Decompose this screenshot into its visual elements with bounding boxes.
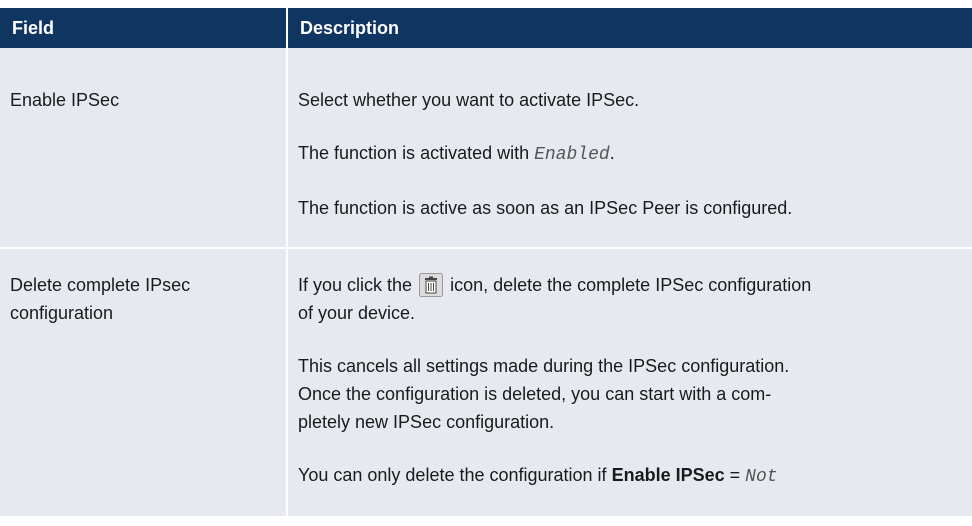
field-reference: Enable IPSec (611, 465, 725, 485)
description-paragraph: Select whether you want to activate IPSe… (298, 90, 640, 110)
field-cell: Delete complete IPsec configuration (0, 248, 288, 518)
document-page: Field Description Enable IPSec Select wh… (0, 0, 972, 526)
header-description: Description (287, 8, 972, 48)
value-code: Enabled (534, 145, 610, 165)
description-cell: If you click the icon, delete the comple… (287, 248, 972, 518)
parameter-table: Field Description Enable IPSec Select wh… (0, 8, 972, 518)
description-paragraph: If you click the icon, delete the comple… (298, 273, 812, 323)
value-code: Not (745, 467, 778, 487)
description-paragraph: This cancels all settings made during th… (298, 356, 790, 432)
description-paragraph: The function is active as soon as an IPS… (298, 198, 793, 218)
field-name: Delete complete IPsec (10, 275, 191, 295)
cropped-heading-strip (0, 0, 972, 8)
description-paragraph: You can only delete the configuration if… (298, 465, 778, 487)
table-row: Enable IPSec Select whether you want to … (0, 48, 972, 249)
header-field: Field (0, 8, 288, 48)
table-header-row: Field Description (0, 8, 972, 48)
trash-icon[interactable] (419, 273, 444, 297)
field-cell: Enable IPSec (0, 48, 288, 249)
field-name-cont: configuration (10, 303, 114, 323)
description-paragraph: The function is activated with Enabled. (298, 143, 615, 165)
field-name: Enable IPSec (10, 90, 120, 110)
table-row: Delete complete IPsec configuration If y… (0, 248, 972, 518)
description-cell: Select whether you want to activate IPSe… (287, 48, 972, 249)
